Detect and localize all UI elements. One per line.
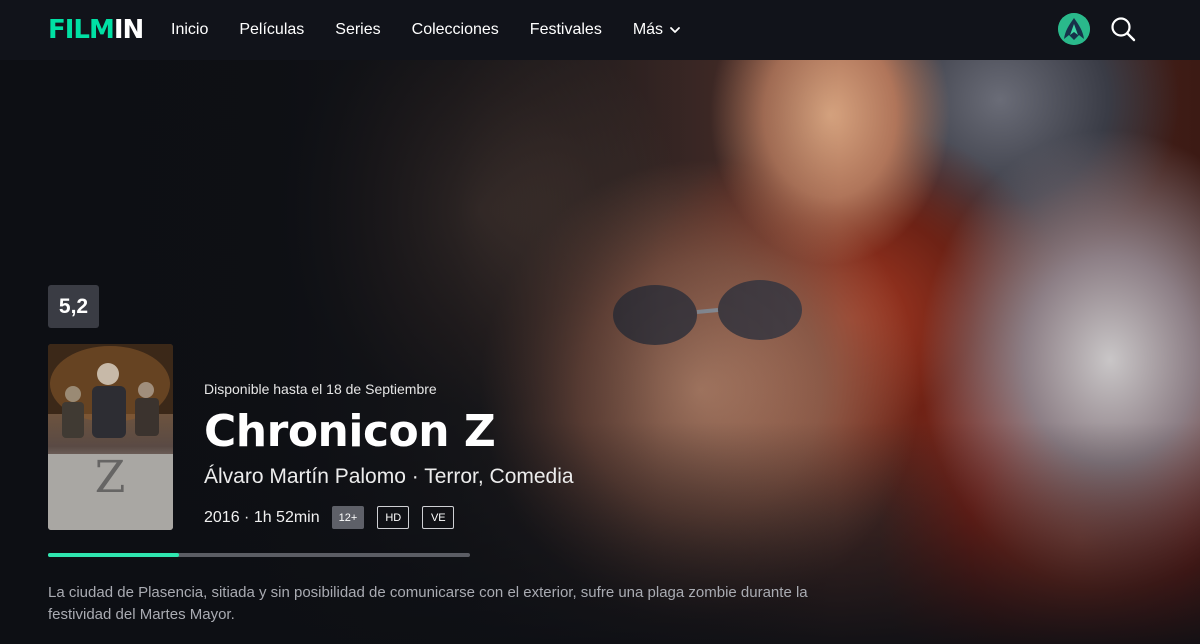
rating-badge: 5,2 (48, 285, 99, 328)
year-duration: 2016 · 1h 52min (204, 508, 320, 526)
watch-progress-fill (48, 553, 179, 557)
nav-item-festivales[interactable]: Festivales (530, 20, 602, 40)
age-rating-badge: 12+ (331, 506, 365, 529)
movie-poster[interactable]: Z (48, 344, 173, 530)
language-badge: VE (422, 506, 455, 529)
hd-badge: HD (377, 506, 410, 529)
avatar-shark-icon (1058, 13, 1090, 45)
logo-part-2: IN (113, 15, 144, 45)
nav-item-mas-label: Más (632, 21, 664, 38)
availability-text: Disponible hasta el 18 de Septiembre (204, 381, 437, 397)
watch-progress-bar[interactable] (48, 553, 470, 557)
filmin-logo[interactable]: FILMIN (48, 15, 144, 45)
nav-item-series[interactable]: Series (335, 20, 380, 40)
movie-credits: Álvaro Martín Palomo · Terror, Comedia (204, 465, 574, 488)
svg-text:Z: Z (95, 452, 126, 503)
nav-item-colecciones[interactable]: Colecciones (412, 20, 499, 40)
movie-synopsis: La ciudad de Plasencia, sitiada y sin po… (48, 584, 808, 623)
nav-item-peliculas[interactable]: Películas (239, 20, 304, 40)
movie-title: Chronicon Z (204, 406, 496, 457)
main-nav: Inicio Películas Series Colecciones Fest… (171, 20, 712, 40)
nav-item-mas[interactable]: Más (633, 20, 681, 40)
search-icon[interactable] (1109, 15, 1137, 43)
chevron-down-icon (670, 27, 680, 33)
logo-part-1: FILM (48, 15, 115, 45)
user-avatar[interactable] (1058, 13, 1090, 45)
movie-info: Disponible hasta el 18 de Septiembre Chr… (204, 380, 574, 529)
top-navigation-bar: FILMIN Inicio Películas Series Coleccion… (0, 0, 1200, 60)
movie-meta-row: 2016 · 1h 52min 12+ HD VE (204, 506, 574, 529)
poster-artwork: Z (48, 344, 173, 530)
nav-item-inicio[interactable]: Inicio (171, 20, 208, 40)
